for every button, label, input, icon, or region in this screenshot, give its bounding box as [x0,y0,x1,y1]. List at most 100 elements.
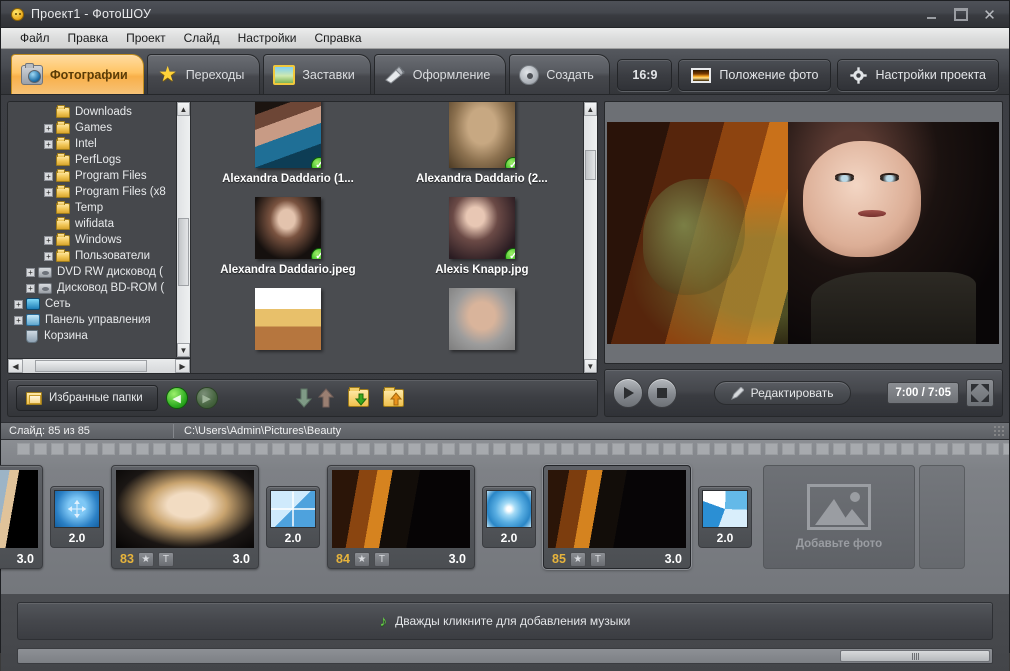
slide-star-icon[interactable]: ★ [570,552,586,567]
thumbnails-scroll-thumb[interactable] [585,150,596,180]
thumbnail-item[interactable] [191,288,385,373]
tree-item[interactable]: +wifidata [8,216,176,232]
expand-icon[interactable]: + [44,188,53,197]
scroll-down-icon[interactable]: ▼ [177,343,190,357]
timeline-scroll-thumb[interactable] [840,650,990,662]
menu-item-project[interactable]: Проект [117,29,175,47]
project-settings-button[interactable]: Настройки проекта [837,59,999,91]
photo-position-button[interactable]: Положение фото [678,59,831,91]
menu-item-edit[interactable]: Правка [59,29,118,47]
tree-scroll-thumb[interactable] [178,218,189,286]
aspect-ratio-button[interactable]: 16:9 [617,59,672,91]
scroll-up-icon[interactable]: ▲ [584,102,597,116]
expand-icon[interactable]: + [14,316,23,325]
move-down-icon[interactable] [296,388,312,408]
slide-item[interactable]: 85 ★ T 3.0 [543,465,691,569]
expand-icon[interactable]: + [14,300,23,309]
expand-icon[interactable]: + [44,236,53,245]
tree-horizontal-scrollbar[interactable]: ◀ ▶ [8,358,190,373]
thumbnail-item[interactable]: ✓ Alexis Knapp.jpg [385,197,579,288]
scroll-up-icon[interactable]: ▲ [177,102,190,116]
slide-text-icon[interactable]: T [590,552,606,567]
thumbnail-item[interactable]: ✓ Alexandra Daddario (2... [385,106,579,197]
slide-duration[interactable]: 3.0 [17,552,34,566]
menu-item-file[interactable]: Файл [11,29,59,47]
transition-duration[interactable]: 2.0 [702,528,748,548]
preview-area[interactable] [604,101,1003,364]
scroll-right-icon[interactable]: ▶ [175,359,190,373]
tab-intros[interactable]: Заставки [263,54,370,94]
expand-icon[interactable]: + [44,172,53,181]
minimize-button[interactable] [918,5,945,25]
expand-icon[interactable]: + [44,140,53,149]
scroll-down-icon[interactable]: ▼ [584,359,597,373]
back-arrow-icon[interactable]: ◀ [166,387,188,409]
slide-duration[interactable]: 3.0 [449,552,466,566]
slide-text-icon[interactable]: T [374,552,390,567]
selected-check-icon[interactable]: ✓ [311,157,321,168]
slide-text-icon[interactable]: T [158,552,174,567]
tree-item[interactable]: +DVD RW дисковод ( [8,264,176,280]
menu-item-settings[interactable]: Настройки [229,29,306,47]
slide-item[interactable]: 84 ★ T 3.0 [327,465,475,569]
tree-item[interactable]: +Intel [8,136,176,152]
tree-item[interactable]: +Сеть [8,296,176,312]
tab-photos[interactable]: Фотографии [11,54,144,94]
tree-item[interactable]: +Program Files (x8 [8,184,176,200]
favorite-folders-button[interactable]: Избранные папки [16,385,158,411]
thumbnail-item[interactable]: ✓ Alexandra Daddario (1... [191,106,385,197]
edit-button[interactable]: Редактировать [714,381,851,405]
fullscreen-button[interactable] [966,379,994,407]
menu-item-help[interactable]: Справка [305,29,370,47]
tree-item[interactable]: +Games [8,120,176,136]
folder-tree[interactable]: +Downloads +Games +Intel +PerfLogs +Prog… [8,102,191,373]
add-folder-icon[interactable] [348,389,369,407]
expand-icon[interactable]: + [26,268,35,277]
selected-check-icon[interactable]: ✓ [311,248,321,259]
menu-item-slide[interactable]: Слайд [175,29,229,47]
add-photo-placeholder[interactable]: Добавьте фото [763,465,915,569]
slide-item[interactable]: 3.0 [0,465,43,569]
transition-item[interactable]: 2.0 [698,486,752,548]
thumbnail-item[interactable] [385,288,579,373]
slide-star-icon[interactable]: ★ [354,552,370,567]
transition-item[interactable]: 2.0 [266,486,320,548]
tree-item[interactable]: +Program Files [8,168,176,184]
tree-item[interactable]: +Корзина [8,328,176,344]
resize-grip[interactable] [994,426,1004,436]
tree-vertical-scrollbar[interactable]: ▲ ▼ [176,102,190,357]
tree-item[interactable]: +PerfLogs [8,152,176,168]
transition-duration[interactable]: 2.0 [486,528,532,548]
tab-design[interactable]: Оформление [374,54,507,94]
photo-thumbnail-list[interactable]: ✓ Alexandra Daddario (1... ✓ Alexandra D… [191,102,597,373]
tree-item[interactable]: +Дисковод BD-ROM ( [8,280,176,296]
expand-icon[interactable]: + [44,252,53,261]
selected-check-icon[interactable]: ✓ [505,157,515,168]
tree-item[interactable]: +Windows [8,232,176,248]
thumbnail-item[interactable]: ✓ Alexandra Daddario.jpeg [191,197,385,288]
tab-create[interactable]: Создать [509,54,610,94]
expand-icon[interactable]: + [44,124,53,133]
transition-item[interactable]: 2.0 [482,486,536,548]
transition-duration[interactable]: 2.0 [270,528,316,548]
tree-item[interactable]: +Панель управления [8,312,176,328]
music-track-bar[interactable]: ♪ Дважды кликните для добавления музыки [17,602,993,640]
slide-star-icon[interactable]: ★ [138,552,154,567]
tree-item[interactable]: +Temp [8,200,176,216]
tree-hscroll-thumb[interactable] [35,360,147,372]
scroll-left-icon[interactable]: ◀ [8,359,23,373]
remove-folder-icon[interactable] [383,389,404,407]
close-button[interactable]: ✕ [976,5,1003,25]
tree-item[interactable]: +Downloads [8,104,176,120]
slide-item[interactable]: 83 ★ T 3.0 [111,465,259,569]
transition-item[interactable]: 2.0 [50,486,104,548]
tree-item[interactable]: +Пользователи [8,248,176,264]
maximize-button[interactable] [947,5,974,25]
stop-button[interactable] [647,378,677,408]
move-up-icon[interactable] [318,388,334,408]
transition-duration[interactable]: 2.0 [54,528,100,548]
play-button[interactable] [613,378,643,408]
forward-arrow-icon[interactable]: ▶ [196,387,218,409]
thumbnails-vertical-scrollbar[interactable]: ▲ ▼ [583,102,597,373]
tab-transitions[interactable]: ★ Переходы [147,54,261,94]
